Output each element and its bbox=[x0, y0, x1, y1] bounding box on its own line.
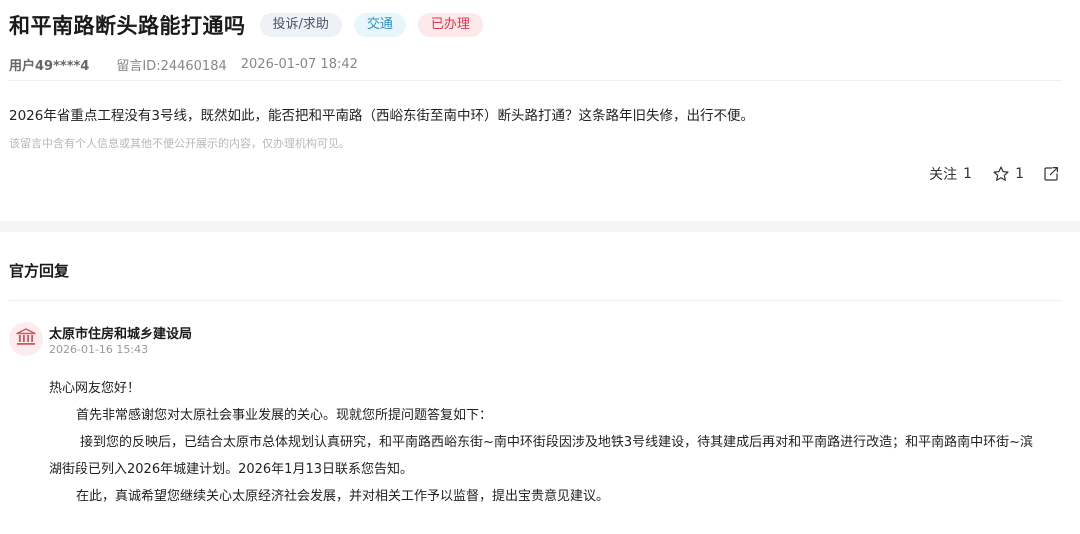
post-actions: 关注 1 1 bbox=[929, 164, 1060, 184]
star-button[interactable]: 1 bbox=[992, 165, 1024, 183]
government-building-icon bbox=[16, 328, 36, 350]
share-icon bbox=[1042, 165, 1060, 183]
tag-type: 投诉/求助 bbox=[259, 13, 342, 37]
reply-paragraph: 接到您的反映后，已结合太原市总体规划认真研究，和平南路西峪东街~南中环街段因涉及… bbox=[80, 435, 1034, 450]
official-reply-heading: 官方回复 bbox=[9, 262, 70, 280]
user-name: 用户49****4 bbox=[9, 58, 90, 74]
privacy-notice: 该留言中含有个人信息或其他不便公开展示的内容，仅办理机构可见。 bbox=[9, 137, 350, 150]
star-count: 1 bbox=[1015, 166, 1024, 182]
message-id: 留言ID:24460184 bbox=[116, 58, 227, 74]
section-separator bbox=[0, 221, 1080, 232]
avatar bbox=[9, 322, 43, 356]
divider bbox=[9, 300, 1062, 301]
reply-time: 2026-01-16 15:43 bbox=[49, 343, 149, 356]
reply-paragraph: 在此，真诚希望您继续关心太原经济社会发展，并对相关工作予以监督，提出宝贵意见建议… bbox=[76, 489, 610, 504]
divider bbox=[9, 80, 1062, 81]
follow-button[interactable]: 关注 1 bbox=[929, 164, 972, 184]
post-content: 2026年省重点工程没有3号线，既然如此，能否把和平南路（西峪东街至南中环）断头… bbox=[9, 108, 754, 124]
follow-label: 关注 bbox=[929, 167, 958, 183]
tag-category: 交通 bbox=[353, 13, 406, 37]
post-header: 和平南路断头路能打通吗 投诉/求助 交通 已办理 bbox=[9, 10, 483, 40]
post-time: 2026-01-07 18:42 bbox=[240, 56, 358, 72]
reply-paragraph: 湖街段已列入2026年城建计划。2026年1月13日联系您告知。 bbox=[49, 462, 413, 477]
share-button[interactable] bbox=[1042, 165, 1060, 183]
post-title: 和平南路断头路能打通吗 bbox=[9, 14, 246, 38]
reply-paragraph: 首先非常感谢您对太原社会事业发展的关心。现就您所提问题答复如下： bbox=[76, 408, 493, 423]
reply-paragraph: 热心网友您好！ bbox=[49, 381, 141, 396]
follow-count: 1 bbox=[963, 166, 973, 182]
status-badge: 已办理 bbox=[417, 13, 483, 37]
post-meta: 用户49****4 留言ID:24460184 2026-01-07 18:42 bbox=[9, 55, 358, 74]
star-icon bbox=[992, 165, 1010, 183]
org-name: 太原市住房和城乡建设局 bbox=[49, 327, 193, 342]
